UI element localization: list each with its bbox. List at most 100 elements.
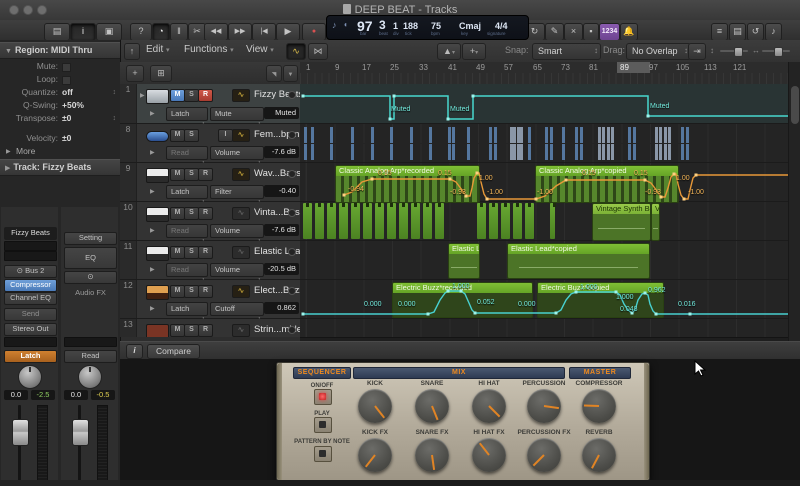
track-on-off-dot[interactable] <box>288 209 296 217</box>
subtrack-disclosure-icon[interactable]: ▶ <box>150 266 155 273</box>
midi-pattern-bar[interactable] <box>423 203 432 239</box>
list-editors-button[interactable]: ≡ <box>711 23 728 41</box>
midi-pattern-bar[interactable] <box>303 203 312 239</box>
track-automation-toggle[interactable]: ∿ <box>232 129 250 142</box>
midi-pattern-bar[interactable] <box>363 203 372 239</box>
rewind-button[interactable]: ◀◀ <box>204 23 228 41</box>
param-value[interactable]: ±0 <box>62 112 71 125</box>
replace-button[interactable]: × <box>564 23 583 41</box>
track-header[interactable]: 8MSI∿Fem...bpm▶Read↕Volume↕-7.6 dB <box>120 124 300 167</box>
midi-pattern-bar[interactable] <box>351 203 360 239</box>
param-value[interactable]: +50% <box>62 99 84 112</box>
flex-toggle-icon[interactable]: ⋈ <box>308 43 328 60</box>
snare-fx-knob[interactable] <box>415 438 449 472</box>
track-on-off-dot[interactable] <box>288 248 296 256</box>
midi-pattern-bar[interactable] <box>387 203 396 239</box>
region-inspector-header[interactable]: ▼ Region: MIDI Thru <box>0 42 120 59</box>
lcd-tempo[interactable]: 75 <box>431 21 441 31</box>
region-more-row[interactable]: ▶ More <box>0 145 120 158</box>
param-checkbox[interactable] <box>62 76 71 85</box>
horizontal-zoom-slider[interactable] <box>762 47 790 57</box>
reverb-knob[interactable] <box>582 438 616 472</box>
lcd-div[interactable]: 1 <box>393 21 398 31</box>
autopunch-button[interactable]: ✎ <box>545 23 564 41</box>
track-record-button[interactable]: R <box>198 168 213 181</box>
kick-fx-knob[interactable] <box>358 438 392 472</box>
bus-send-slot[interactable]: ⊙ Bus 2 <box>4 265 57 278</box>
region-vintage-synth-bas[interactable]: Vintage Synth Bas <box>592 203 651 241</box>
setting-button[interactable]: Setting <box>64 232 117 245</box>
percussion-knob[interactable] <box>527 389 561 423</box>
insert-compressor-slot[interactable]: Compressor <box>4 279 57 292</box>
group-slot[interactable] <box>4 337 57 347</box>
automation-value[interactable]: -7.6 dB <box>264 146 299 158</box>
track-record-button[interactable]: R <box>198 285 213 298</box>
track-solo-button[interactable]: S <box>184 285 199 298</box>
param-stepper-icon[interactable]: ↕ <box>113 112 117 125</box>
percussion-fx-knob[interactable] <box>527 438 561 472</box>
snare-knob[interactable] <box>415 389 449 423</box>
track-solo-button[interactable]: S <box>184 246 199 259</box>
automation-param-dropdown[interactable]: Mute↕ <box>210 107 264 128</box>
apple-loops-button[interactable]: ↺ <box>747 23 764 41</box>
track-input-monitor-button[interactable]: I <box>218 129 233 142</box>
send-slot[interactable]: Send <box>4 308 57 321</box>
output-slot[interactable]: Stereo Out <box>4 323 57 336</box>
region-classic-analog-arp-copied[interactable]: Classic Analog Arp*copied <box>535 165 679 203</box>
subtrack-disclosure-icon[interactable]: ▶ <box>150 227 155 234</box>
automation-mode-button[interactable]: Read <box>64 350 117 363</box>
inspector-icon[interactable]: i <box>70 23 96 41</box>
lcd-tick[interactable]: 188 <box>403 21 418 31</box>
track-mute-button[interactable]: M <box>170 89 185 102</box>
region-param-row[interactable]: Transpose: ±0 ↕ <box>0 112 120 125</box>
track-sort-icon[interactable]: ◥ <box>266 65 282 82</box>
lcd-beat[interactable]: 3 <box>379 18 386 32</box>
add-track-stack-button[interactable]: ⊞ <box>150 65 172 82</box>
gain-slot[interactable] <box>4 251 57 261</box>
automation-param-dropdown[interactable]: Volume↕ <box>210 146 264 167</box>
pattern-by-note-button[interactable] <box>314 446 332 462</box>
track-mute-button[interactable]: M <box>170 168 185 181</box>
track-on-off-dot[interactable] <box>288 287 296 295</box>
track-mute-button[interactable]: M <box>170 246 185 259</box>
midi-pattern-bar[interactable] <box>435 203 444 239</box>
subtrack-disclosure-icon[interactable]: ▶ <box>150 149 155 156</box>
midi-fx-slot[interactable]: ⊙ <box>64 271 117 284</box>
pan-knob[interactable] <box>78 365 102 389</box>
midi-pattern-bar[interactable] <box>315 203 324 239</box>
automation-value[interactable]: Muted <box>264 107 299 119</box>
metronome-button[interactable]: 🔔 <box>620 23 638 41</box>
track-solo-button[interactable]: S <box>184 129 199 142</box>
count-in-icon[interactable]: ◔ <box>152 23 170 41</box>
browsers-button[interactable]: ♪ <box>765 23 782 41</box>
on-off-button[interactable] <box>314 389 332 405</box>
track-lane[interactable] <box>300 202 788 241</box>
track-on-off-dot[interactable] <box>288 170 296 178</box>
track-record-button[interactable]: R <box>198 89 213 102</box>
vertical-scrollbar[interactable] <box>788 62 800 341</box>
automation-mode-dropdown[interactable]: Read↕ <box>166 224 208 245</box>
play-button[interactable] <box>314 417 332 433</box>
track-automation-toggle[interactable]: ∿ <box>232 89 250 102</box>
midi-pattern-bar[interactable] <box>327 203 336 239</box>
volume-value[interactable]: -0.5 <box>91 390 115 400</box>
quick-help-icon[interactable]: ? <box>130 23 152 41</box>
track-header[interactable]: 10MSR∿Vinta...Bass▶Read↕Volume↕-7.6 dB <box>120 202 300 245</box>
midi-pattern-bar[interactable] <box>525 203 534 239</box>
solo-button[interactable]: ▪ <box>583 23 599 41</box>
count-in-1234-button[interactable]: 1234 <box>599 23 620 41</box>
track-header[interactable]: 12MSR∿Elect...Buzz▶Latch↕Cutoff↕0.862 <box>120 280 300 323</box>
tracks-area[interactable]: Classic Analog Arp*recorded Classic Analo… <box>300 84 788 337</box>
track-record-button[interactable]: R <box>198 207 213 220</box>
vertical-zoom-thumb[interactable] <box>734 47 743 57</box>
bar-ruler[interactable]: 1 9 17 25 33 41 49 57 65 73 81 89 97 105 113 121 <box>300 62 788 85</box>
compressor-knob[interactable] <box>582 389 616 423</box>
track-lane[interactable] <box>300 84 788 124</box>
midi-pattern-bar[interactable] <box>375 203 384 239</box>
region-param-row[interactable]: Q-Swing: +50% <box>0 99 120 112</box>
library-icon[interactable]: ▣ <box>96 23 122 41</box>
edit-menu[interactable]: Edit ▾ <box>146 44 170 55</box>
record-button[interactable]: ● <box>302 23 326 41</box>
midi-pattern-bar[interactable] <box>550 203 556 239</box>
snap-dropdown[interactable]: Smart ↕ <box>532 43 601 60</box>
